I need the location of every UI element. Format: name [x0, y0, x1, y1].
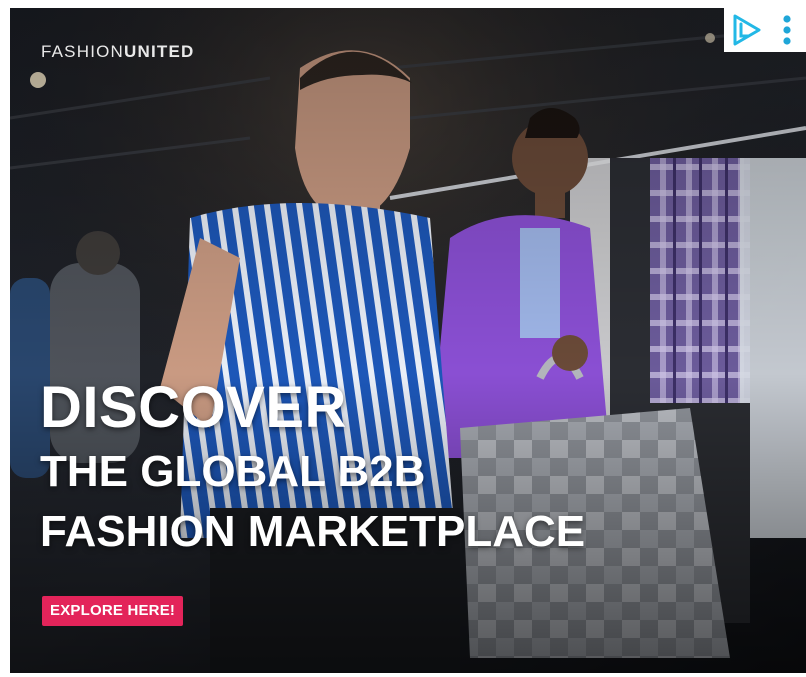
ad-banner[interactable]: FASHIONUNITED DISCOVER THE GLOBAL B2B FA… [10, 8, 806, 673]
kebab-menu-icon [783, 15, 791, 45]
adchoices-play-icon [733, 14, 761, 46]
fashionunited-logo: FASHIONUNITED [41, 42, 195, 62]
ad-controls [724, 8, 806, 52]
headline-line-2: THE GLOBAL B2B [40, 447, 426, 496]
headline-line-3: FASHION MARKETPLACE [40, 507, 586, 556]
fashion-backstage-photo [10, 8, 806, 673]
explore-here-button[interactable]: EXPLORE HERE! [42, 596, 184, 626]
headline-line-1: DISCOVER [40, 375, 347, 440]
logo-text-united: UNITED [124, 42, 195, 61]
ad-menu-button[interactable] [768, 8, 806, 52]
logo-text-fashion: FASHION [41, 42, 125, 61]
adchoices-button[interactable] [724, 8, 768, 52]
headline: DISCOVER THE GLOBAL B2B FASHION MARKETPL… [40, 376, 585, 562]
